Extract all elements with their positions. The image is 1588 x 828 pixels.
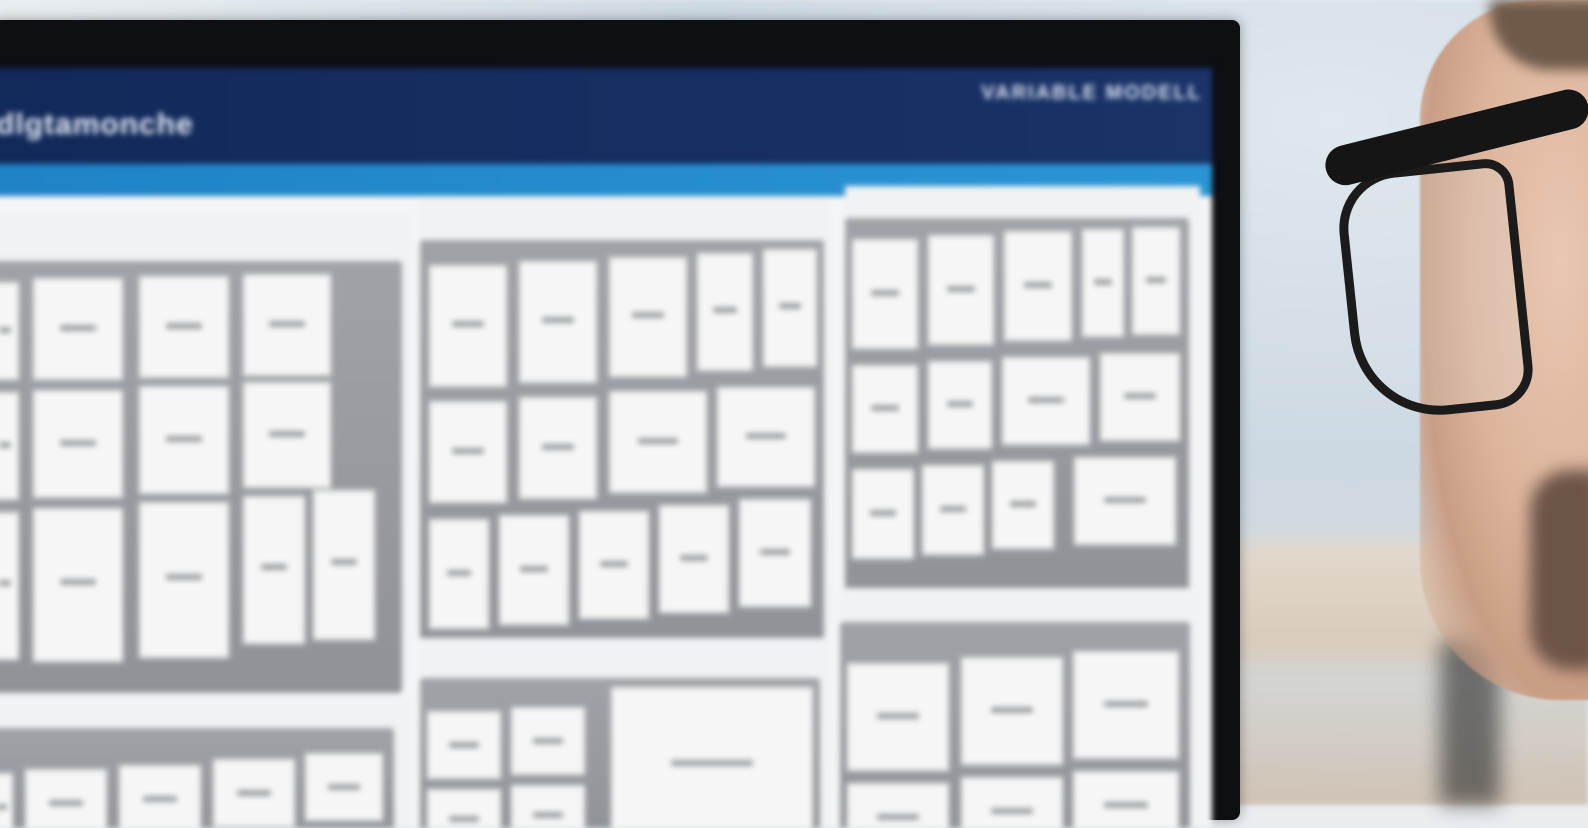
storage-cell[interactable] (426, 788, 502, 828)
storage-bay (420, 678, 820, 828)
storage-cell[interactable] (610, 686, 814, 828)
storage-cell[interactable] (696, 252, 754, 372)
storage-cell[interactable] (242, 381, 332, 489)
storage-cell[interactable] (428, 264, 508, 388)
app-subtitle: VARIABLE MODELL (981, 82, 1202, 104)
storage-bay (420, 240, 824, 652)
storage-cell[interactable] (991, 460, 1055, 550)
storage-cell[interactable] (0, 772, 14, 828)
storage-cell[interactable] (658, 504, 730, 614)
storage-cell[interactable] (716, 386, 816, 488)
storage-cell[interactable] (1099, 352, 1181, 442)
app-header: dlgtamonche VARIABLE MODELL (0, 68, 1212, 164)
storage-cell[interactable] (518, 260, 598, 384)
storage-bay (0, 728, 394, 828)
storage-cell[interactable] (24, 768, 108, 828)
storage-cell[interactable] (1072, 770, 1180, 828)
storage-bay (840, 622, 1190, 828)
person-beard (1530, 470, 1588, 670)
storage-cell[interactable] (921, 464, 985, 556)
storage-cell[interactable] (138, 385, 230, 495)
layout-panel[interactable] (845, 186, 1200, 606)
layout-panel[interactable] (420, 198, 830, 658)
storage-cell[interactable] (960, 656, 1064, 766)
storage-cell[interactable] (32, 389, 124, 499)
storage-cell[interactable] (510, 784, 586, 828)
storage-cell[interactable] (846, 662, 950, 772)
layout-panel[interactable] (420, 638, 830, 828)
storage-cell[interactable] (762, 248, 818, 368)
storage-cell[interactable] (851, 364, 919, 454)
storage-bay (845, 218, 1189, 596)
storage-cell[interactable] (1003, 230, 1073, 342)
storage-cell[interactable] (138, 501, 230, 659)
storage-cell[interactable] (1131, 226, 1181, 336)
storage-cell[interactable] (1073, 456, 1177, 546)
app-title: dlgtamonche (0, 108, 194, 141)
storage-cell[interactable] (518, 396, 598, 500)
storage-cell[interactable] (426, 710, 502, 780)
storage-cell[interactable] (32, 507, 124, 663)
storage-cell[interactable] (242, 495, 306, 645)
storage-cell[interactable] (304, 752, 384, 822)
storage-cell[interactable] (608, 256, 688, 378)
storage-cell[interactable] (608, 390, 708, 494)
storage-cell[interactable] (428, 400, 508, 504)
storage-cell[interactable] (1072, 650, 1180, 760)
storage-cell[interactable] (0, 391, 20, 501)
layout-panel[interactable] (840, 588, 1200, 828)
storage-cell[interactable] (851, 468, 915, 560)
storage-cell[interactable] (1081, 228, 1125, 338)
storage-cell[interactable] (960, 776, 1064, 828)
monitor: dlgtamonche VARIABLE MODELL (0, 20, 1240, 828)
storage-cell[interactable] (0, 511, 20, 661)
storage-cell[interactable] (32, 277, 124, 381)
layout-panel[interactable] (0, 213, 410, 693)
storage-cell[interactable] (118, 764, 202, 828)
storage-cell[interactable] (927, 360, 993, 450)
monitor-screen: dlgtamonche VARIABLE MODELL (0, 68, 1212, 828)
storage-cell[interactable] (927, 234, 995, 346)
storage-bay (0, 261, 402, 693)
storage-cell[interactable] (312, 489, 376, 641)
storage-cell[interactable] (1001, 356, 1091, 446)
storage-cell[interactable] (0, 281, 20, 381)
storage-cell[interactable] (242, 273, 332, 377)
storage-cell[interactable] (510, 706, 586, 776)
storage-cell[interactable] (846, 782, 950, 828)
storage-cell[interactable] (138, 275, 230, 379)
storage-cell[interactable] (212, 758, 296, 828)
storage-cell[interactable] (738, 498, 812, 608)
storage-cell[interactable] (428, 518, 490, 630)
storage-cell[interactable] (578, 510, 650, 620)
storage-cell[interactable] (498, 514, 570, 626)
layout-panel[interactable] (0, 698, 410, 828)
storage-cell[interactable] (851, 238, 919, 350)
